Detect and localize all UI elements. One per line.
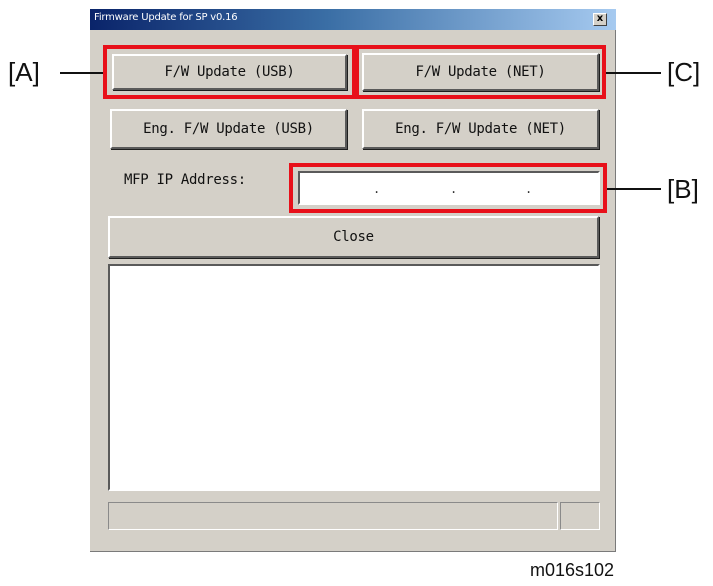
window-title: Firmware Update for SP v0.16 [94, 12, 238, 23]
figure-id: m016s102 [530, 560, 615, 580]
callout-a-label: [A] [8, 57, 40, 87]
status-pane-main [108, 502, 558, 530]
callout-b-label: [B] [667, 174, 699, 204]
title-bar[interactable]: Firmware Update for SP v0.16 x [90, 9, 616, 30]
callout-a-leader [60, 72, 103, 74]
callout-c-label: [C] [667, 57, 701, 87]
eng-fw-update-usb-button[interactable]: Eng. F/W Update (USB) [110, 109, 347, 149]
highlight-b [289, 163, 607, 213]
highlight-a [103, 45, 356, 99]
status-bar [108, 502, 600, 530]
mfp-ip-address-label: MFP IP Address: [124, 172, 246, 188]
callout-b-leader [607, 188, 661, 190]
log-output-area[interactable] [108, 264, 600, 491]
close-icon[interactable]: x [593, 13, 607, 26]
eng-fw-update-net-button[interactable]: Eng. F/W Update (NET) [362, 109, 599, 149]
status-pane-small [560, 502, 600, 530]
close-button[interactable]: Close [108, 216, 599, 258]
callout-c-leader [606, 72, 661, 74]
highlight-c [355, 45, 606, 99]
